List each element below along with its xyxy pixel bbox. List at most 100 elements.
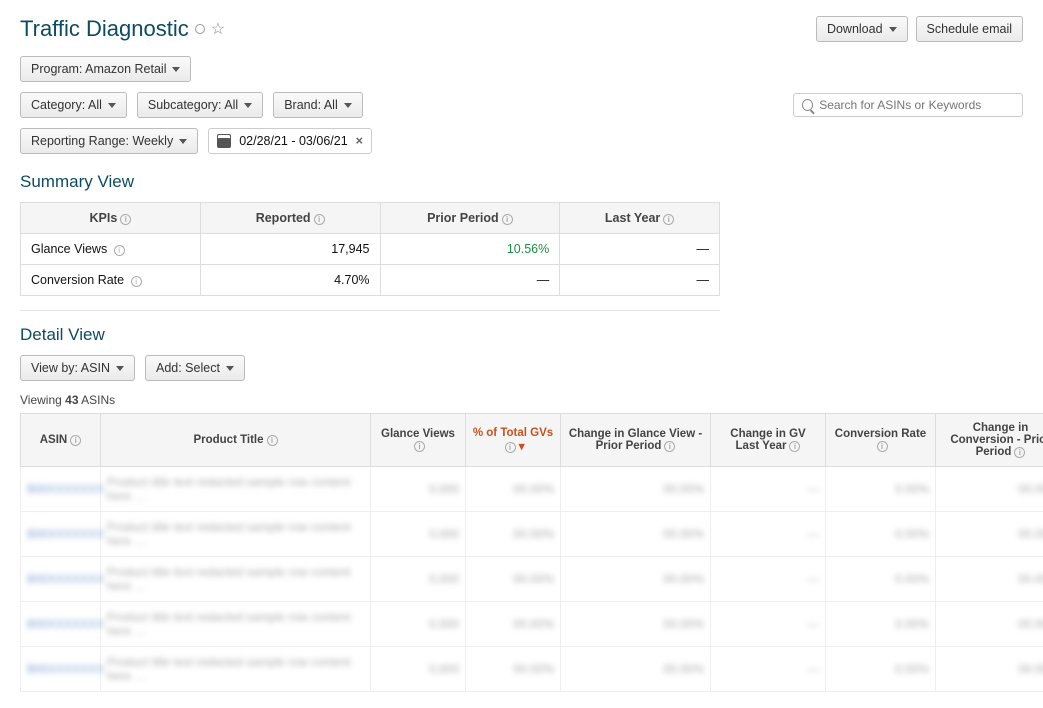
viewing-count-text: Viewing 43 ASINs	[20, 393, 1023, 407]
cell-chg-conv: 00.00%	[936, 512, 1043, 557]
detail-table: ASINi Product Titlei Glance Viewsi % of …	[20, 413, 1043, 692]
reporting-range-label: Reporting Range: Weekly	[31, 134, 173, 148]
info-icon[interactable]: i	[414, 441, 425, 452]
category-filter-label: Category: All	[31, 98, 102, 112]
cell-asin: B00XXXXXXX	[21, 512, 101, 557]
chevron-down-icon	[244, 103, 252, 108]
col-change-gv-ly[interactable]: Change in GV Last Yeari	[711, 414, 826, 467]
cell-chg-conv: 00.00%	[936, 467, 1043, 512]
cell-pct: 00.00%	[466, 647, 561, 692]
download-label: Download	[827, 22, 883, 36]
search-input[interactable]	[819, 98, 1014, 112]
search-icon	[802, 99, 813, 111]
download-button[interactable]: Download	[816, 16, 908, 42]
chevron-down-icon	[179, 139, 187, 144]
col-kpis[interactable]: KPIsi	[21, 203, 201, 234]
info-icon[interactable]: i	[267, 435, 278, 446]
cell-gv: 0,000	[371, 647, 466, 692]
cell-title: Product title text redacted sample row c…	[101, 602, 371, 647]
info-icon[interactable]: i	[664, 441, 675, 452]
cell-asin: B00XXXXXXX	[21, 647, 101, 692]
add-select-filter[interactable]: Add: Select	[145, 355, 245, 381]
info-icon[interactable]: i	[314, 214, 325, 225]
favorite-star-icon[interactable]: ☆	[211, 19, 225, 39]
chevron-down-icon	[116, 366, 124, 371]
subcategory-filter-label: Subcategory: All	[148, 98, 238, 112]
summary-table: KPIsi Reportedi Prior Periodi Last Yeari…	[20, 202, 720, 296]
calendar-icon	[217, 134, 231, 148]
cell-chg-ly: —	[711, 512, 826, 557]
reporting-range-filter[interactable]: Reporting Range: Weekly	[20, 128, 198, 154]
chevron-down-icon	[108, 103, 116, 108]
brand-filter-label: Brand: All	[284, 98, 338, 112]
cell-chg-prior: 00.00%	[561, 512, 711, 557]
cell-chg-conv: 00.00%	[936, 602, 1043, 647]
kpi-reported: 17,945	[200, 234, 380, 265]
info-icon[interactable]: i	[502, 214, 513, 225]
cell-conv: 0.00%	[826, 557, 936, 602]
info-icon[interactable]: i	[114, 245, 125, 256]
kpi-prior: —	[380, 265, 560, 296]
kpi-label: Conversion Rate i	[21, 265, 201, 296]
cell-title: Product title text redacted sample row c…	[101, 467, 371, 512]
cell-chg-prior: 00.00%	[561, 557, 711, 602]
cell-gv: 0,000	[371, 467, 466, 512]
table-row: B00XXXXXXXProduct title text redacted sa…	[21, 557, 1043, 602]
info-icon[interactable]: i	[1014, 447, 1025, 458]
chevron-down-icon	[226, 366, 234, 371]
brand-filter[interactable]: Brand: All	[273, 92, 363, 118]
cell-title: Product title text redacted sample row c…	[101, 512, 371, 557]
cell-asin: B00XXXXXXX	[21, 557, 101, 602]
view-by-label: View by: ASIN	[31, 361, 110, 375]
cell-gv: 0,000	[371, 512, 466, 557]
col-glance-views[interactable]: Glance Viewsi	[371, 414, 466, 467]
col-change-conv-prior[interactable]: Change in Conversion - Prior Periodi	[936, 414, 1043, 467]
info-icon[interactable]: i	[120, 214, 131, 225]
category-filter[interactable]: Category: All	[20, 92, 127, 118]
cell-gv: 0,000	[371, 557, 466, 602]
col-pct-total-gvs[interactable]: % of Total GVsi ▾	[466, 414, 561, 467]
kpi-last-year: —	[560, 234, 720, 265]
program-filter[interactable]: Program: Amazon Retail	[20, 56, 191, 82]
table-row: B00XXXXXXXProduct title text redacted sa…	[21, 467, 1043, 512]
info-icon[interactable]: i	[131, 276, 142, 287]
summary-row: Glance Views i17,94510.56%—	[21, 234, 720, 265]
info-icon[interactable]: i	[505, 442, 516, 453]
divider	[20, 310, 720, 311]
info-icon[interactable]: i	[70, 435, 81, 446]
cell-chg-prior: 00.00%	[561, 602, 711, 647]
sort-desc-icon: ▾	[519, 441, 525, 453]
col-prior[interactable]: Prior Periodi	[380, 203, 560, 234]
view-by-filter[interactable]: View by: ASIN	[20, 355, 135, 381]
detail-view-title: Detail View	[20, 325, 1023, 345]
table-row: B00XXXXXXXProduct title text redacted sa…	[21, 512, 1043, 557]
search-box[interactable]	[793, 93, 1023, 117]
summary-row: Conversion Rate i4.70%——	[21, 265, 720, 296]
cell-chg-prior: 00.00%	[561, 467, 711, 512]
col-asin[interactable]: ASINi	[21, 414, 101, 467]
date-range-picker[interactable]: 02/28/21 - 03/06/21 ×	[208, 128, 372, 154]
info-icon[interactable]: i	[663, 214, 674, 225]
clear-date-icon[interactable]: ×	[356, 134, 363, 148]
info-icon[interactable]: i	[877, 441, 888, 452]
cell-chg-ly: —	[711, 557, 826, 602]
col-product-title[interactable]: Product Titlei	[101, 414, 371, 467]
table-row: B00XXXXXXXProduct title text redacted sa…	[21, 647, 1043, 692]
info-icon[interactable]: i	[789, 441, 800, 452]
cell-chg-conv: 00.00%	[936, 647, 1043, 692]
col-conversion-rate[interactable]: Conversion Ratei	[826, 414, 936, 467]
table-row: B00XXXXXXXProduct title text redacted sa…	[21, 602, 1043, 647]
chevron-down-icon	[172, 67, 180, 72]
cell-title: Product title text redacted sample row c…	[101, 647, 371, 692]
cell-conv: 0.00%	[826, 467, 936, 512]
cell-gv: 0,000	[371, 602, 466, 647]
schedule-email-button[interactable]: Schedule email	[916, 16, 1023, 42]
subcategory-filter[interactable]: Subcategory: All	[137, 92, 263, 118]
kpi-last-year: —	[560, 265, 720, 296]
schedule-email-label: Schedule email	[927, 22, 1012, 36]
cell-conv: 0.00%	[826, 647, 936, 692]
col-change-gv-prior[interactable]: Change in Glance View - Prior Periodi	[561, 414, 711, 467]
summary-view-title: Summary View	[20, 172, 1023, 192]
col-last-year[interactable]: Last Yeari	[560, 203, 720, 234]
col-reported[interactable]: Reportedi	[200, 203, 380, 234]
